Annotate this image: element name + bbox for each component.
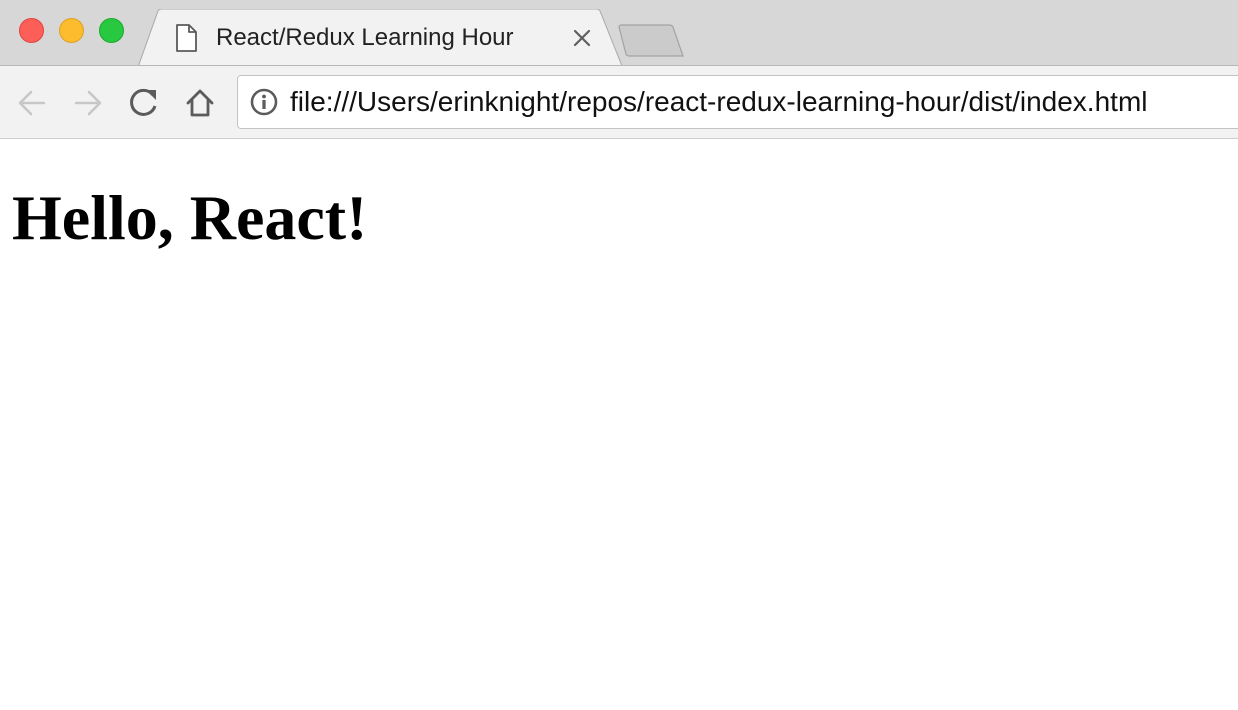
tab-title: React/Redux Learning Hour [216,24,514,51]
document-icon [176,24,197,52]
new-tab-icon[interactable] [615,24,687,58]
window-minimize-button[interactable] [59,18,84,43]
window-maximize-button[interactable] [99,18,124,43]
window-close-button[interactable] [19,18,44,43]
forward-arrow-icon[interactable] [71,86,105,120]
page-content: Hello, React! [0,140,1238,710]
close-icon[interactable] [570,26,594,50]
active-tab[interactable]: React/Redux Learning Hour [138,9,628,67]
page-heading: Hello, React! [12,182,368,253]
home-icon[interactable] [183,86,217,120]
tab-strip: React/Redux Learning Hour [0,0,1238,67]
browser-toolbar: file:///Users/erinknight/repos/react-red… [0,65,1238,139]
address-bar[interactable]: file:///Users/erinknight/repos/react-red… [237,75,1238,129]
reload-icon[interactable] [127,86,161,120]
info-icon[interactable] [250,88,278,116]
url-text[interactable]: file:///Users/erinknight/repos/react-red… [290,86,1148,118]
back-arrow-icon[interactable] [15,86,49,120]
browser-window: React/Redux Learning Hour file:///Users/… [0,0,1238,710]
